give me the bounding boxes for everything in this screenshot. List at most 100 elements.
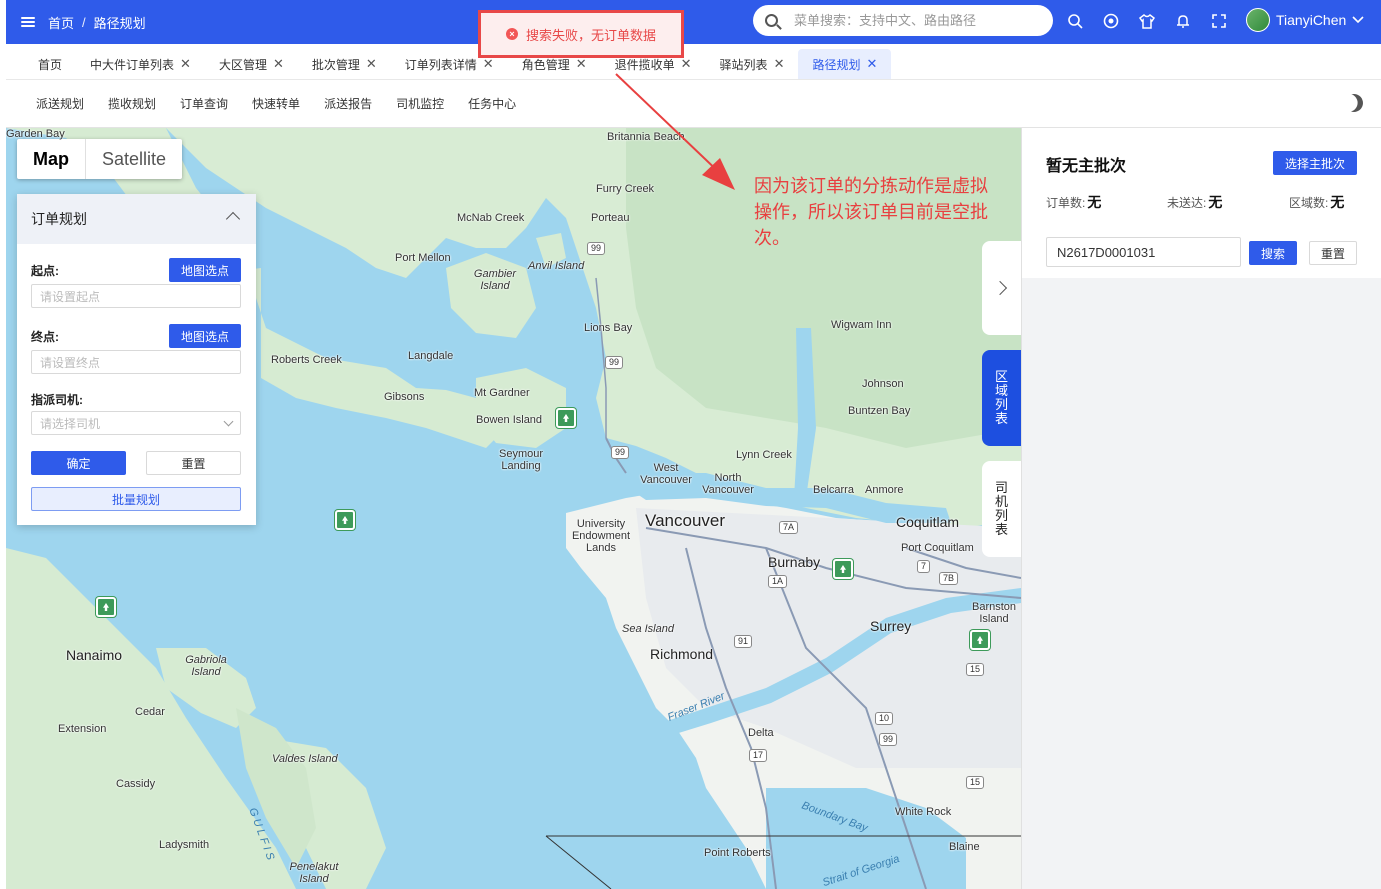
toast-message: 搜索失败，无订单数据 [525,27,656,43]
tab-route-planning[interactable]: 路径规划 ✕ [798,49,892,79]
batch-planning-button[interactable]: 批量规划 [31,487,241,511]
order-id-input[interactable]: N2617D0001031 [1046,237,1241,267]
map-label: Wigwam Inn [831,319,892,331]
map-label: Surrey [870,618,912,634]
park-marker-icon[interactable] [96,597,116,617]
tab-label: 订单列表详情 [404,57,477,72]
subnav-delivery-report[interactable]: 派送报告 [324,95,372,112]
route-shield: 15 [966,663,985,676]
start-input[interactable]: 请设置起点 [31,284,241,308]
map-label: Sea Island [622,623,674,635]
shirt-icon[interactable] [1138,12,1156,30]
tab-char: 表 [994,522,1008,537]
tab-home[interactable]: 首页 [24,49,76,79]
user-menu[interactable]: TianyiChen [1246,8,1364,32]
subnav-delivery-planning[interactable]: 派送规划 [36,95,84,112]
map-type-switch: Map Satellite [17,139,183,179]
map-label: University Endowment Lands [571,518,631,554]
map-type-satellite[interactable]: Satellite [86,139,182,179]
menu-search-box[interactable] [753,5,1053,36]
chevron-down-icon [1352,16,1364,24]
breadcrumb-home[interactable]: 首页 [48,13,74,32]
github-icon[interactable] [1102,12,1120,30]
start-map-pick-button[interactable]: 地图选点 [169,258,241,282]
top-header: 首页 / 路径规划 TianyiChen [6,0,1381,44]
tab-region-management[interactable]: 大区管理 ✕ [205,49,298,79]
reset-button[interactable]: 重置 [146,451,241,475]
park-marker-icon[interactable] [833,559,853,579]
subnav-task-center[interactable]: 任务中心 [468,95,516,112]
park-marker-icon[interactable] [335,510,355,530]
tab-station-list[interactable]: 驿站列表 ✕ [706,49,799,79]
subnav-pickup-planning[interactable]: 揽收规划 [108,95,156,112]
end-label: 终点: [31,330,59,344]
map-label: Blaine [949,841,980,853]
user-name: TianyiChen [1276,12,1347,28]
bell-icon[interactable] [1174,12,1192,30]
tab-char: 司 [994,480,1008,495]
map-label: Porteau [591,212,630,224]
tab-label: 批次管理 [311,57,360,72]
reset-button[interactable]: 重置 [1309,241,1357,265]
route-shield: 7A [779,521,799,534]
tab-char: 域 [994,383,1008,398]
tab-large-order-list[interactable]: 中大件订单列表 ✕ [76,49,205,79]
park-marker-icon[interactable] [556,408,576,428]
route-shield: 17 [749,749,768,762]
stat-value: 无 [1087,194,1102,210]
subnav-order-query[interactable]: 订单查询 [180,95,228,112]
map-label: Belcarra [813,484,854,496]
breadcrumb-current: 路径规划 [93,15,146,31]
map-type-map[interactable]: Map [17,139,86,179]
confirm-button[interactable]: 确定 [31,451,126,475]
tab-batch-management[interactable]: 批次管理 ✕ [298,49,391,79]
map-label: Mt Gardner [474,387,530,399]
close-icon[interactable]: ✕ [273,56,284,72]
tab-char: 表 [994,411,1008,426]
region-list-tab[interactable]: 区 域 列 表 [982,350,1021,446]
search-icon[interactable] [1066,12,1084,30]
tab-char: 机 [994,494,1008,509]
driver-list-tab[interactable]: 司 机 列 表 [982,461,1021,557]
map-label: Vancouver [645,511,726,530]
tab-label: 大区管理 [218,57,267,72]
close-icon[interactable]: ✕ [180,56,191,72]
tab-label: 路径规划 [812,57,861,72]
dark-mode-icon[interactable] [1342,91,1365,114]
order-planning-panel: 订单规划 起点: 地图选点 请设置起点 终点: 地图选点 请设置终点 指派司机:… [17,194,256,525]
map-label: Cassidy [116,778,156,790]
map-label: Nanaimo [66,647,123,663]
avatar [1246,8,1270,32]
search-button[interactable]: 搜索 [1249,241,1297,265]
end-map-pick-button[interactable]: 地图选点 [169,324,241,348]
close-icon[interactable]: ✕ [774,56,785,72]
close-icon[interactable]: ✕ [681,56,692,72]
driver-select[interactable]: 请选择司机 [31,411,241,435]
expand-panel-button[interactable] [982,241,1021,335]
subnav-quick-transfer[interactable]: 快速转单 [252,95,300,112]
close-icon[interactable]: ✕ [483,56,494,72]
close-icon[interactable]: ✕ [866,56,877,72]
chevron-up-icon[interactable] [225,211,241,227]
error-toast: × 搜索失败，无订单数据 [478,10,684,58]
route-shield: 7 [917,560,931,573]
close-icon[interactable]: ✕ [366,56,377,72]
map-label: Richmond [650,646,714,662]
end-input[interactable]: 请设置终点 [31,350,241,374]
panel-header[interactable]: 订单规划 [17,194,256,244]
menu-search-input[interactable] [794,13,1034,28]
choose-main-batch-button[interactable]: 选择主批次 [1273,151,1357,175]
route-shield: 99 [587,242,606,255]
map-label: Point Roberts [704,847,771,859]
park-marker-icon[interactable] [970,630,990,650]
error-icon: × [505,28,518,40]
map-label: White Rock [895,806,952,818]
chevron-right-icon [992,280,1007,296]
close-icon[interactable]: ✕ [576,56,587,72]
start-label: 起点: [31,264,59,278]
subnav-driver-monitor[interactable]: 司机监控 [396,95,444,112]
map-label: Gibsons [384,391,425,403]
map-label: Gambier Island [473,268,517,292]
menu-toggle-icon[interactable] [20,14,36,30]
fullscreen-icon[interactable] [1210,12,1228,30]
